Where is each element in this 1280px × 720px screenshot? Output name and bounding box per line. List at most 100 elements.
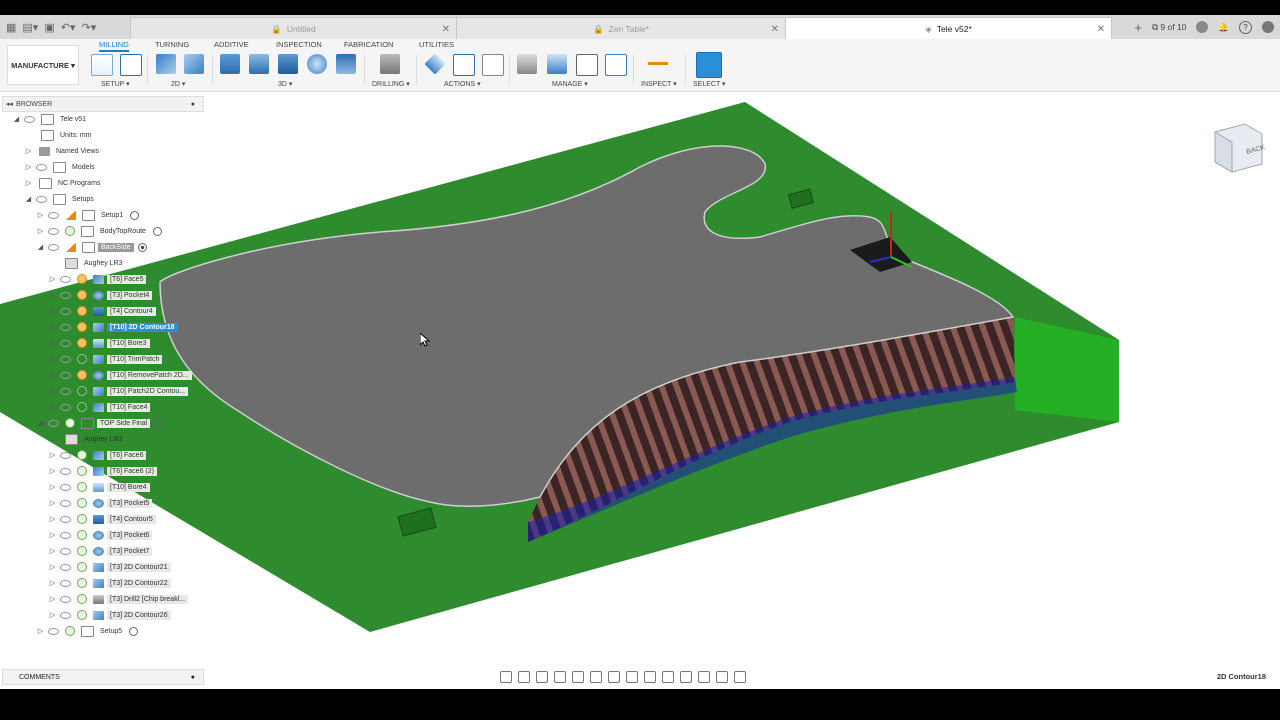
drilling-group-label[interactable]: DRILLING ▾ [372, 80, 410, 88]
comments-panel[interactable]: COMMENTS ● [2, 669, 204, 685]
visibility-icon[interactable] [60, 499, 71, 507]
viewports-icon[interactable] [626, 671, 638, 683]
stock-display-icon[interactable] [680, 671, 692, 683]
tree-root[interactable]: ◢ Tele v51 [12, 112, 89, 126]
look-at-icon[interactable] [518, 671, 530, 683]
visibility-icon[interactable] [60, 611, 71, 619]
drill-icon[interactable] [380, 54, 400, 74]
setup-group-label[interactable]: SETUP ▾ [101, 80, 130, 88]
setup-bodytoproute[interactable]: ▷ BodyTopRoute [36, 224, 162, 238]
expand-arrow-icon[interactable]: ▷ [48, 387, 57, 395]
operation-item[interactable]: ▷ [T3] Pocket5 [48, 496, 153, 510]
workspace-switcher[interactable]: MANUFACTURE ▾ [7, 45, 79, 85]
visibility-icon[interactable] [60, 547, 71, 555]
setup-sheet-icon[interactable] [482, 54, 504, 76]
expand-arrow-icon[interactable]: ▷ [48, 531, 57, 539]
visibility-icon[interactable] [60, 275, 71, 283]
visibility-icon[interactable] [36, 163, 47, 171]
tool-library-icon[interactable] [517, 54, 537, 74]
toolpath-display-icon[interactable] [698, 671, 710, 683]
visibility-icon[interactable] [60, 483, 71, 491]
operation-item[interactable]: ▷ [T3] Pocket4 [48, 288, 153, 302]
expand-arrow-icon[interactable]: ▷ [36, 227, 45, 235]
orbit-icon[interactable] [500, 671, 512, 683]
operation-item[interactable]: ▷ [T10] Bore3 [48, 336, 150, 350]
select-icon[interactable] [696, 52, 722, 78]
adaptive-clearing-icon[interactable] [220, 54, 240, 74]
operation-item[interactable]: ▷ [T6] Face5 [48, 272, 147, 286]
expand-arrow-icon[interactable]: ▷ [48, 595, 57, 603]
face-icon[interactable] [156, 54, 176, 74]
visibility-icon[interactable] [60, 451, 71, 459]
refresh-icon[interactable] [662, 671, 674, 683]
expand-arrow-icon[interactable]: ▷ [48, 291, 57, 299]
3d-group-label[interactable]: 3D ▾ [278, 80, 292, 88]
visibility-icon[interactable] [60, 355, 71, 363]
file-menu-icon[interactable]: ▤▾ [22, 21, 38, 34]
folder-named-views[interactable]: ▷ Named Views [24, 144, 102, 158]
expand-arrow-icon[interactable]: ▷ [48, 323, 57, 331]
zoom-icon[interactable] [554, 671, 566, 683]
post-process-icon[interactable] [453, 54, 475, 76]
new-tab-icon[interactable]: + [1134, 20, 1142, 35]
folder-nc-programs[interactable]: ▷ NC Programs [24, 176, 103, 190]
undo-icon[interactable]: ↶▾ [61, 21, 76, 34]
save-icon[interactable]: ▣ [44, 21, 54, 34]
operation-item[interactable]: ▷ [T10] Patch2D Contou... [48, 384, 189, 398]
grid-icon[interactable] [608, 671, 620, 683]
new-setup-icon[interactable] [91, 54, 113, 76]
operation-item-selected[interactable]: ▷ [T10] 2D Contour18 [48, 320, 178, 334]
activate-icon[interactable] [129, 626, 139, 636]
visibility-icon[interactable] [36, 195, 47, 203]
operation-item[interactable]: ▷ [T3] 2D Contour26 [48, 608, 171, 622]
operation-item[interactable]: ▷ [T3] 2D Contour21 [48, 560, 171, 574]
machine-library-icon[interactable] [547, 54, 567, 74]
visibility-icon[interactable] [48, 211, 59, 219]
setup-backside[interactable]: ◢ BackSide [36, 240, 147, 254]
tab-zen-table[interactable]: 🔒 Zen Table* ✕ [456, 17, 786, 40]
activate-icon[interactable] [130, 210, 140, 220]
visibility-icon[interactable] [60, 339, 71, 347]
help-icon[interactable]: ? [1239, 20, 1252, 34]
display-settings-icon[interactable] [590, 671, 602, 683]
visibility-icon[interactable] [48, 627, 59, 635]
visibility-icon[interactable] [60, 387, 71, 395]
operation-item[interactable]: ▷ [T6] Face6 [48, 448, 147, 462]
operation-item[interactable]: ▷ [T10] RemovePatch 2D... [48, 368, 192, 382]
visibility-icon[interactable] [60, 291, 71, 299]
tab-tele[interactable]: ◈ Tele v52* ✕ [785, 17, 1112, 40]
visibility-icon[interactable] [60, 515, 71, 523]
close-tab-icon[interactable]: ✕ [771, 24, 779, 35]
setup-top-side-final[interactable]: ◢ TOP Side Final [36, 416, 164, 430]
operation-item[interactable]: ▷ [T10] Bore4 [48, 480, 150, 494]
simulate-icon[interactable] [424, 53, 446, 75]
tab-fabrication[interactable]: FABRICATION [344, 40, 393, 49]
expand-arrow-icon[interactable]: ▷ [48, 515, 57, 523]
tab-milling[interactable]: MILLING [99, 40, 130, 52]
visibility-icon[interactable] [48, 243, 59, 251]
view-cube[interactable]: BACK [1214, 123, 1266, 173]
contour-icon[interactable] [336, 54, 356, 74]
activate-icon[interactable] [152, 226, 162, 236]
operation-item[interactable]: ▷ [T10] TrimPatch [48, 352, 163, 366]
expand-arrow-icon[interactable]: ◢ [36, 419, 45, 427]
pin-icon[interactable]: ● [191, 101, 195, 108]
operation-item[interactable]: ▷ [T6] Face6 (2) [48, 464, 157, 478]
operation-item[interactable]: ▷ [T4] Contour5 [48, 512, 156, 526]
zoom-window-icon[interactable] [572, 671, 584, 683]
visibility-icon[interactable] [60, 467, 71, 475]
manage-group-label[interactable]: MANAGE ▾ [552, 80, 588, 88]
template-library-icon[interactable] [605, 54, 627, 76]
inspect-group-label[interactable]: INSPECT ▾ [641, 80, 677, 88]
collapse-icon[interactable]: ◂◂ [6, 100, 13, 108]
operation-item[interactable]: ▷ [T3] Drill2 [Chip breakl... [48, 592, 189, 606]
close-tab-icon[interactable]: ✕ [1097, 24, 1105, 35]
visibility-icon[interactable] [60, 307, 71, 315]
setup-setup1[interactable]: ▷ Setup1 [36, 208, 140, 222]
expand-arrow-icon[interactable]: ▷ [36, 627, 45, 635]
online-status-icon[interactable] [1196, 21, 1209, 33]
stock-node[interactable]: Aughey LR3 [62, 256, 126, 270]
expand-arrow-icon[interactable]: ▷ [48, 467, 57, 475]
stock-node[interactable]: Aughey LR3 [62, 432, 126, 446]
visibility-icon[interactable] [48, 419, 59, 427]
